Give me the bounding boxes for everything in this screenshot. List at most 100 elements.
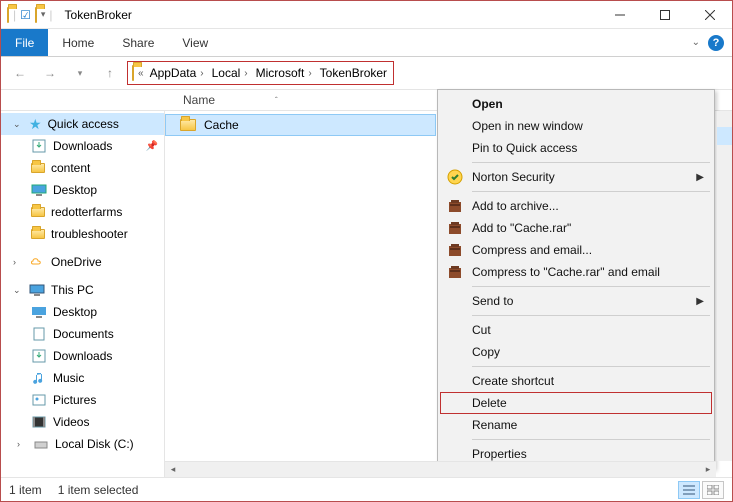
ctx-open-new-window[interactable]: Open in new window [440, 115, 712, 137]
winrar-icon [446, 219, 464, 237]
breadcrumb-part[interactable]: Microsoft [256, 66, 305, 80]
onedrive-icon [29, 254, 45, 270]
help-icon[interactable]: ? [708, 35, 724, 51]
scroll-right-icon[interactable]: ▸ [700, 464, 716, 475]
ctx-separator [472, 162, 710, 163]
scrollbar-thumb[interactable] [717, 127, 732, 145]
ctx-compress-email[interactable]: Compress and email... [440, 239, 712, 261]
pin-icon: 📌 [146, 141, 158, 152]
nav-pc-localdisk[interactable]: ›Local Disk (C:) [1, 433, 164, 455]
nav-label: redotterfarms [51, 205, 122, 219]
chevron-right-icon[interactable]: › [308, 68, 311, 79]
ctx-label: Add to archive... [472, 199, 559, 213]
ctx-compress-cache-email[interactable]: Compress to "Cache.rar" and email [440, 261, 712, 283]
quick-access-toolbar: | ☑ ▾ | [1, 8, 59, 22]
nav-label: Quick access [48, 117, 119, 131]
nav-this-pc[interactable]: ⌄This PC [1, 279, 164, 301]
ctx-label: Pin to Quick access [472, 141, 577, 155]
nav-onedrive[interactable]: ›OneDrive [1, 251, 164, 273]
qat-dropdown-icon[interactable]: ▾ [41, 9, 46, 20]
nav-label: Pictures [53, 393, 96, 407]
nav-pc-music[interactable]: Music [1, 367, 164, 389]
ctx-pin-quick[interactable]: Pin to Quick access [440, 137, 712, 159]
nav-pc-videos[interactable]: Videos [1, 411, 164, 433]
ctx-label: Copy [472, 345, 500, 359]
view-thumbnails-button[interactable] [702, 481, 724, 499]
chevron-right-icon[interactable]: › [244, 68, 247, 79]
videos-icon [31, 414, 47, 430]
back-button[interactable]: ← [7, 60, 33, 86]
ribbon-tabs: File Home Share View ⌄ ? [1, 29, 732, 57]
nav-quick-access[interactable]: ⌄★Quick access [1, 113, 164, 135]
nav-pc-documents[interactable]: Documents [1, 323, 164, 345]
winrar-icon [446, 197, 464, 215]
tab-view[interactable]: View [168, 29, 222, 56]
nav-item-redotterfarms[interactable]: redotterfarms [1, 201, 164, 223]
navigation-pane[interactable]: ⌄★Quick access Downloads📌 content Deskto… [1, 111, 165, 477]
minimize-button[interactable] [597, 1, 642, 29]
qat-properties-icon[interactable]: ☑ [20, 8, 31, 22]
star-icon: ★ [29, 116, 42, 133]
nav-pc-desktop[interactable]: Desktop [1, 301, 164, 323]
ctx-delete[interactable]: Delete [440, 392, 712, 414]
nav-label: Downloads [53, 139, 112, 153]
recent-dropdown[interactable]: ▾ [67, 60, 93, 86]
qat-newfolder-icon[interactable] [35, 8, 37, 22]
forward-button[interactable]: → [37, 60, 63, 86]
nav-pc-pictures[interactable]: Pictures [1, 389, 164, 411]
nav-label: Desktop [53, 183, 97, 197]
submenu-arrow-icon: ▶ [696, 172, 704, 183]
tab-share[interactable]: Share [108, 29, 168, 56]
ctx-add-cache-rar[interactable]: Add to "Cache.rar" [440, 217, 712, 239]
ctx-separator [472, 366, 710, 367]
ctx-label: Create shortcut [472, 374, 554, 388]
scroll-left-icon[interactable]: ◂ [165, 464, 181, 475]
downloads-icon [31, 348, 47, 364]
ctx-cut[interactable]: Cut [440, 319, 712, 341]
winrar-icon [446, 241, 464, 259]
address-bar-row: ← → ▾ ↑ « AppData› Local› Microsoft› Tok… [1, 57, 732, 89]
nav-item-content[interactable]: content [1, 157, 164, 179]
nav-item-desktop[interactable]: Desktop [1, 179, 164, 201]
ctx-label: Send to [472, 294, 513, 308]
ctx-separator [472, 315, 710, 316]
ctx-label: Rename [472, 418, 517, 432]
pc-icon [29, 282, 45, 298]
nav-label: Music [53, 371, 84, 385]
nav-pc-downloads[interactable]: Downloads [1, 345, 164, 367]
ctx-create-shortcut[interactable]: Create shortcut [440, 370, 712, 392]
breadcrumb-overflow[interactable]: « [138, 68, 144, 79]
breadcrumb-part[interactable]: Local [212, 66, 241, 80]
up-button[interactable]: ↑ [97, 60, 123, 86]
nav-item-troubleshooter[interactable]: troubleshooter [1, 223, 164, 245]
view-details-button[interactable] [678, 481, 700, 499]
nav-item-downloads[interactable]: Downloads 📌 [1, 135, 164, 157]
breadcrumb-part[interactable]: TokenBroker [320, 66, 387, 80]
documents-icon [31, 326, 47, 342]
maximize-button[interactable] [642, 1, 687, 29]
horizontal-scrollbar[interactable]: ◂▸ [165, 461, 716, 477]
file-row-cache[interactable]: Cache [165, 114, 436, 136]
nav-label: content [51, 161, 90, 175]
ctx-add-archive[interactable]: Add to archive... [440, 195, 712, 217]
desktop-icon [31, 304, 47, 320]
vertical-scrollbar[interactable] [716, 111, 732, 461]
nav-label: Desktop [53, 305, 97, 319]
breadcrumb[interactable]: « AppData› Local› Microsoft› TokenBroker [127, 61, 394, 85]
sort-indicator-icon: ˆ [275, 96, 278, 105]
ctx-norton[interactable]: Norton Security▶ [440, 166, 712, 188]
file-tab[interactable]: File [1, 29, 48, 56]
ctx-separator [472, 286, 710, 287]
ctx-label: Open in new window [472, 119, 583, 133]
close-button[interactable] [687, 1, 732, 29]
ctx-rename[interactable]: Rename [440, 414, 712, 436]
nav-label: troubleshooter [51, 227, 128, 241]
ctx-open[interactable]: Open [440, 93, 712, 115]
ribbon-expand-icon[interactable]: ⌄ [692, 37, 700, 48]
breadcrumb-part[interactable]: AppData [150, 66, 197, 80]
chevron-right-icon[interactable]: › [200, 68, 203, 79]
ctx-send-to[interactable]: Send to▶ [440, 290, 712, 312]
nav-label: Documents [53, 327, 114, 341]
tab-home[interactable]: Home [48, 29, 108, 56]
ctx-copy[interactable]: Copy [440, 341, 712, 363]
